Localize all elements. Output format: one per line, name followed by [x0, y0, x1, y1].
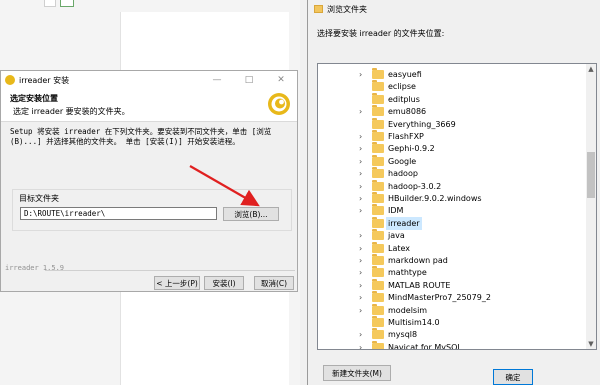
folder-icon — [372, 303, 384, 315]
expand-chevron-icon[interactable]: › — [359, 157, 366, 166]
tree-item[interactable]: › Latex — [318, 241, 586, 255]
tree-item-label: hadoop-3.0.2 — [388, 181, 442, 191]
tree-item-label: eclipse — [388, 82, 416, 92]
folder-icon — [372, 291, 384, 303]
tree-item-label: markdown pad — [388, 256, 448, 265]
tree-item[interactable]: › modelsim — [318, 303, 586, 317]
tree-item-label: Latex — [388, 243, 411, 253]
tree-item[interactable]: Everything_3669 — [318, 117, 586, 131]
tree-item[interactable]: Multisim14.0 — [318, 316, 586, 329]
folder-icon — [372, 167, 384, 179]
scroll-thumb[interactable] — [587, 152, 595, 198]
folder-icon — [314, 5, 323, 13]
tree-item[interactable]: editplus — [318, 92, 586, 106]
folder-icon — [372, 105, 384, 117]
folder-icon — [372, 179, 384, 191]
expand-chevron-icon[interactable]: › — [359, 256, 366, 265]
expand-chevron-icon[interactable]: › — [359, 281, 366, 290]
expand-chevron-icon[interactable]: › — [359, 70, 366, 79]
expand-chevron-icon[interactable]: › — [359, 194, 366, 203]
tree-item-label: HBuilder.9.0.2.windows — [388, 194, 482, 203]
tree-item[interactable]: › hadoop-3.0.2 — [318, 179, 586, 193]
expand-chevron-icon[interactable]: › — [359, 306, 366, 315]
folder-dialog-title-bar[interactable]: 浏览文件夹 — [308, 0, 600, 18]
expand-chevron-icon[interactable]: › — [359, 268, 366, 277]
tree-item[interactable]: › markdown pad — [318, 254, 586, 267]
tree-item[interactable]: › Navicat for MySQL — [318, 340, 586, 350]
tree-item-label: Multisim14.0 — [388, 318, 440, 327]
folder-icon — [372, 130, 384, 141]
folder-prompt: 选择要安装 irreader 的文件夹位置: — [317, 29, 445, 38]
tree-item-label: IDM — [388, 206, 404, 216]
folder-icon — [372, 117, 384, 129]
tree-item[interactable]: › java — [318, 229, 586, 242]
expand-chevron-icon[interactable]: › — [359, 244, 366, 253]
tree-item[interactable]: › Gephi-0.9.2 — [318, 142, 586, 155]
expand-chevron-icon[interactable]: › — [359, 169, 366, 178]
expand-chevron-icon[interactable]: › — [359, 206, 366, 215]
tree-item-label: mysql8 — [388, 330, 418, 340]
tree-item-label: editplus — [388, 94, 420, 104]
folder-icon — [372, 254, 384, 265]
scroll-up-icon[interactable]: ▲ — [586, 64, 596, 74]
tree-item-label: modelsim — [388, 305, 428, 315]
folder-tree[interactable]: ▲ ▼ › easyuefi eclipse editplus › emu8086 Ever… — [317, 63, 597, 350]
tree-item[interactable]: › emu8086 — [318, 105, 586, 118]
folder-icon — [372, 80, 384, 92]
tree-item[interactable]: › MindMasterPro7_25079_2 — [318, 291, 586, 304]
new-folder-button[interactable]: 新建文件夹(M) — [323, 365, 391, 381]
tree-item[interactable]: › FlashFXP — [318, 130, 586, 143]
tree-item-label: FlashFXP — [388, 132, 424, 141]
tree-item[interactable]: › mysql8 — [318, 328, 586, 341]
tree-item-label: MindMasterPro7_25079_2 — [388, 293, 491, 303]
expand-chevron-icon[interactable]: › — [359, 132, 366, 141]
browse-folder-dialog: 浏览文件夹 选择要安装 irreader 的文件夹位置: ▲ ▼ › easyue… — [307, 0, 600, 385]
expand-chevron-icon[interactable]: › — [359, 107, 366, 116]
expand-chevron-icon[interactable]: › — [359, 293, 366, 302]
tree-item-label: mathtype — [388, 268, 427, 278]
folder-icon — [372, 340, 384, 349]
folder-icon — [372, 68, 384, 79]
scroll-down-icon[interactable]: ▼ — [586, 339, 596, 349]
tree-item[interactable]: › easyuefi — [318, 68, 586, 81]
tree-item[interactable]: irreader — [318, 216, 586, 230]
tree-item[interactable]: › mathtype — [318, 266, 586, 279]
folder-icon — [372, 229, 384, 241]
tree-item[interactable]: › Google — [318, 154, 586, 168]
expand-chevron-icon[interactable]: › — [359, 231, 366, 240]
folder-icon — [372, 204, 384, 216]
folder-dialog-title: 浏览文件夹 — [327, 4, 367, 14]
expand-chevron-icon[interactable]: › — [359, 182, 366, 191]
expand-chevron-icon[interactable]: › — [359, 343, 366, 349]
expand-chevron-icon[interactable]: › — [359, 330, 366, 339]
tree-item-label: hadoop — [388, 169, 418, 179]
tree-item-label: easyuefi — [388, 70, 422, 79]
tree-item-label: Everything_3669 — [388, 119, 456, 129]
tree-item-label: Google — [388, 156, 417, 166]
expand-chevron-icon[interactable]: › — [359, 144, 366, 153]
ok-button[interactable]: 确定 — [493, 369, 533, 385]
tree-item[interactable]: › hadoop — [318, 167, 586, 180]
folder-icon — [372, 316, 384, 327]
folder-icon — [372, 328, 384, 340]
tree-item[interactable]: › IDM — [318, 204, 586, 217]
folder-icon — [372, 154, 384, 166]
folder-icon — [372, 216, 384, 228]
tree-item-label: irreader — [386, 216, 422, 230]
tree-item-label: MATLAB ROUTE — [388, 280, 451, 290]
folder-icon — [372, 241, 384, 253]
folder-icon — [372, 266, 384, 278]
tree-item-label: java — [388, 231, 405, 241]
tree-item[interactable]: › MATLAB ROUTE — [318, 278, 586, 292]
tree-item-label: emu8086 — [388, 107, 427, 117]
folder-icon — [372, 278, 384, 290]
tree-item[interactable]: › HBuilder.9.0.2.windows — [318, 192, 586, 205]
folder-icon — [372, 92, 384, 104]
tree-item-label: Gephi-0.9.2 — [388, 144, 435, 154]
tree-scrollbar[interactable]: ▲ ▼ — [586, 64, 596, 349]
folder-icon — [372, 192, 384, 203]
folder-icon — [372, 142, 384, 154]
tree-item[interactable]: eclipse — [318, 80, 586, 93]
tree-item-label: Navicat for MySQL — [388, 342, 462, 350]
